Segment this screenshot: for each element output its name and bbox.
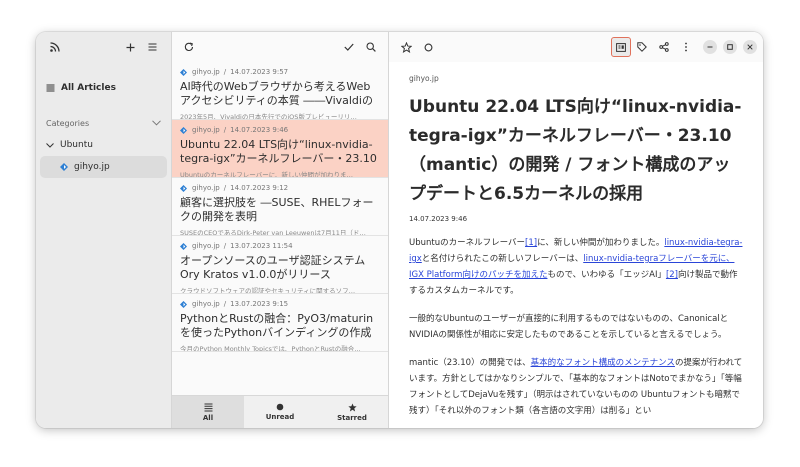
add-feed-button[interactable] bbox=[119, 36, 141, 58]
gihyo-favicon-icon bbox=[180, 126, 187, 134]
item-snippet: クラウドソフトウェアの認証やセキュリティに関するソフ… bbox=[180, 287, 356, 294]
text: に、新しい仲間が加わりました。 bbox=[537, 238, 665, 248]
tab-unread-label: Unread bbox=[265, 413, 295, 421]
star-outline-icon[interactable] bbox=[395, 36, 417, 58]
article-paragraph: mantic（23.10）の開発では、基本的なフォント構成のメンテナンスの提案が… bbox=[409, 355, 743, 419]
text: もので、いわゆる「エッジAI」 bbox=[547, 270, 666, 280]
star-icon bbox=[347, 402, 357, 412]
chevron-down-icon bbox=[46, 142, 54, 148]
article-paragraph: 一般的なUbuntuのユーザーが直接的に利用するものではないものの、Canoni… bbox=[409, 314, 729, 340]
tab-all-label: All bbox=[202, 413, 214, 422]
category-ubuntu[interactable]: Ubuntu bbox=[40, 136, 167, 154]
all-articles-label: All Articles bbox=[61, 83, 116, 93]
article-paragraph: Ubuntuのカーネルフレーバー[1]に、新しい仲間が加わりました。linux-… bbox=[409, 235, 743, 299]
item-snippet: 2023年5月、Vivaldiの日本先行でのiOS版プレビューリリ… bbox=[180, 113, 357, 120]
text: Ubuntuのカーネルフレーバー bbox=[409, 238, 526, 248]
article-date: 14.07.2023 9:46 bbox=[409, 215, 468, 223]
sidebar: All Articles Categories Ubuntu gihyo.jp bbox=[36, 32, 172, 428]
feed-label: gihyo.jp bbox=[74, 162, 110, 172]
text: と名付けられたこの新しいフレーバーは、 bbox=[421, 254, 584, 264]
item-date: 14.07.2023 9:12 bbox=[230, 184, 289, 192]
item-date: 13.07.2023 9:15 bbox=[230, 300, 289, 308]
list-header bbox=[172, 32, 388, 62]
mark-all-read-icon[interactable] bbox=[338, 36, 360, 58]
footnote-link[interactable]: [2] bbox=[666, 270, 678, 280]
item-snippet: SUSEのCEOであるDirk-Peter van Leeuwenは7月11日（… bbox=[180, 229, 366, 236]
item-meta: gihyo.jp/ 14.07.2023 9:57 bbox=[180, 67, 380, 77]
article-list: gihyo.jp/ 14.07.2023 9:57 AI時代のWebブラウザから… bbox=[172, 62, 388, 396]
item-snippet: 今月のPython Monthly Topicsでは、PythonとRustの融… bbox=[180, 345, 361, 352]
gihyo-favicon-icon bbox=[180, 300, 187, 308]
text: mantic（23.10）の開発では、 bbox=[409, 358, 531, 368]
view-tabs: All Unread Starred bbox=[172, 395, 388, 428]
footnote-link[interactable]: [1] bbox=[525, 238, 537, 248]
article-pane: gihyo.jp Ubuntu 22.04 LTS向け“linux-nvidia… bbox=[389, 32, 763, 428]
list-item[interactable]: gihyo.jp/ 13.07.2023 11:54 オープンソースのユーザ認証… bbox=[172, 236, 388, 294]
item-feed: gihyo.jp bbox=[192, 126, 220, 134]
item-feed: gihyo.jp bbox=[192, 300, 220, 308]
gihyo-favicon-icon bbox=[180, 68, 187, 76]
item-title: PythonとRustの融合：PyO3/maturinを使ったPythonバイン… bbox=[180, 312, 374, 339]
categories-header[interactable]: Categories bbox=[46, 116, 161, 130]
item-meta: gihyo.jp/ 14.07.2023 9:12 bbox=[180, 183, 380, 193]
close-button[interactable] bbox=[743, 40, 757, 54]
list-item-selected[interactable]: gihyo.jp/ 14.07.2023 9:46 Ubuntu 22.04 L… bbox=[172, 120, 388, 178]
article-source: gihyo.jp bbox=[409, 74, 439, 83]
circle-outline-icon[interactable] bbox=[417, 36, 439, 58]
maximize-button[interactable] bbox=[723, 40, 737, 54]
chevron-down-icon bbox=[152, 120, 161, 126]
item-title: Ubuntu 22.04 LTS向け“linux-nvidia-tegra-ig… bbox=[180, 138, 377, 165]
item-meta: gihyo.jp/ 13.07.2023 9:15 bbox=[180, 299, 380, 309]
sidebar-feed-gihyo[interactable]: gihyo.jp bbox=[40, 156, 167, 178]
menu-icon[interactable] bbox=[141, 36, 163, 58]
article-body: gihyo.jp Ubuntu 22.04 LTS向け“linux-nvidia… bbox=[389, 62, 763, 428]
item-title: AI時代のWebブラウザから考えるWebアクセシビリティの本質 ――Vivald… bbox=[180, 80, 373, 107]
article-title: Ubuntu 22.04 LTS向け“linux-nvidia-tegra-ig… bbox=[409, 97, 742, 204]
item-meta: gihyo.jp/ 14.07.2023 9:46 bbox=[180, 125, 380, 135]
categories-label: Categories bbox=[46, 118, 90, 128]
rss-icon[interactable] bbox=[44, 36, 66, 58]
gihyo-favicon-icon bbox=[60, 163, 68, 171]
item-meta: gihyo.jp/ 13.07.2023 11:54 bbox=[180, 241, 380, 251]
all-articles-item[interactable]: All Articles bbox=[40, 74, 167, 102]
list-item[interactable]: gihyo.jp/ 14.07.2023 9:57 AI時代のWebブラウザから… bbox=[172, 62, 388, 120]
gihyo-favicon-icon bbox=[180, 242, 187, 250]
refresh-icon[interactable] bbox=[178, 36, 200, 58]
item-feed: gihyo.jp bbox=[192, 68, 220, 76]
article-header bbox=[389, 32, 763, 62]
list-icon bbox=[46, 84, 55, 92]
search-icon[interactable] bbox=[360, 36, 382, 58]
dot-icon bbox=[276, 403, 284, 411]
item-title: オープンソースのユーザ認証システムOry Kratos v1.0.0がリリース bbox=[180, 254, 366, 281]
item-date: 14.07.2023 9:46 bbox=[230, 126, 289, 134]
article-list-pane: gihyo.jp/ 14.07.2023 9:57 AI時代のWebブラウザから… bbox=[172, 32, 389, 428]
tab-all[interactable]: All bbox=[172, 396, 244, 428]
item-feed: gihyo.jp bbox=[192, 242, 220, 250]
tag-icon[interactable] bbox=[631, 36, 653, 58]
app-window: All Articles Categories Ubuntu gihyo.jp bbox=[36, 32, 763, 428]
sidebar-header bbox=[36, 32, 171, 62]
item-date: 13.07.2023 11:54 bbox=[230, 242, 293, 250]
minimize-button[interactable] bbox=[703, 40, 717, 54]
item-feed: gihyo.jp bbox=[192, 184, 220, 192]
tab-starred-label: Starred bbox=[337, 413, 367, 422]
list-item[interactable]: gihyo.jp/ 13.07.2023 9:15 PythonとRustの融合… bbox=[172, 294, 388, 352]
gihyo-favicon-icon bbox=[180, 184, 187, 192]
tab-starred[interactable]: Starred bbox=[316, 396, 388, 428]
list-item[interactable]: gihyo.jp/ 14.07.2023 9:12 顧客に選択肢を ―SUSE、… bbox=[172, 178, 388, 236]
more-options-icon[interactable] bbox=[675, 36, 697, 58]
reader-view-button[interactable] bbox=[611, 37, 631, 57]
item-date: 14.07.2023 9:57 bbox=[230, 68, 289, 76]
item-title: 顧客に選択肢を ―SUSE、RHELフォークの開発を表明 bbox=[180, 196, 374, 223]
share-icon[interactable] bbox=[653, 36, 675, 58]
list-icon bbox=[204, 403, 213, 412]
item-snippet: Ubuntuのカーネルフレーバーに、新しい仲間が加わりま… bbox=[180, 171, 354, 178]
link-font-maintenance[interactable]: 基本的なフォント構成のメンテナンス bbox=[531, 358, 675, 368]
tab-unread[interactable]: Unread bbox=[244, 396, 316, 428]
category-label: Ubuntu bbox=[60, 140, 93, 150]
